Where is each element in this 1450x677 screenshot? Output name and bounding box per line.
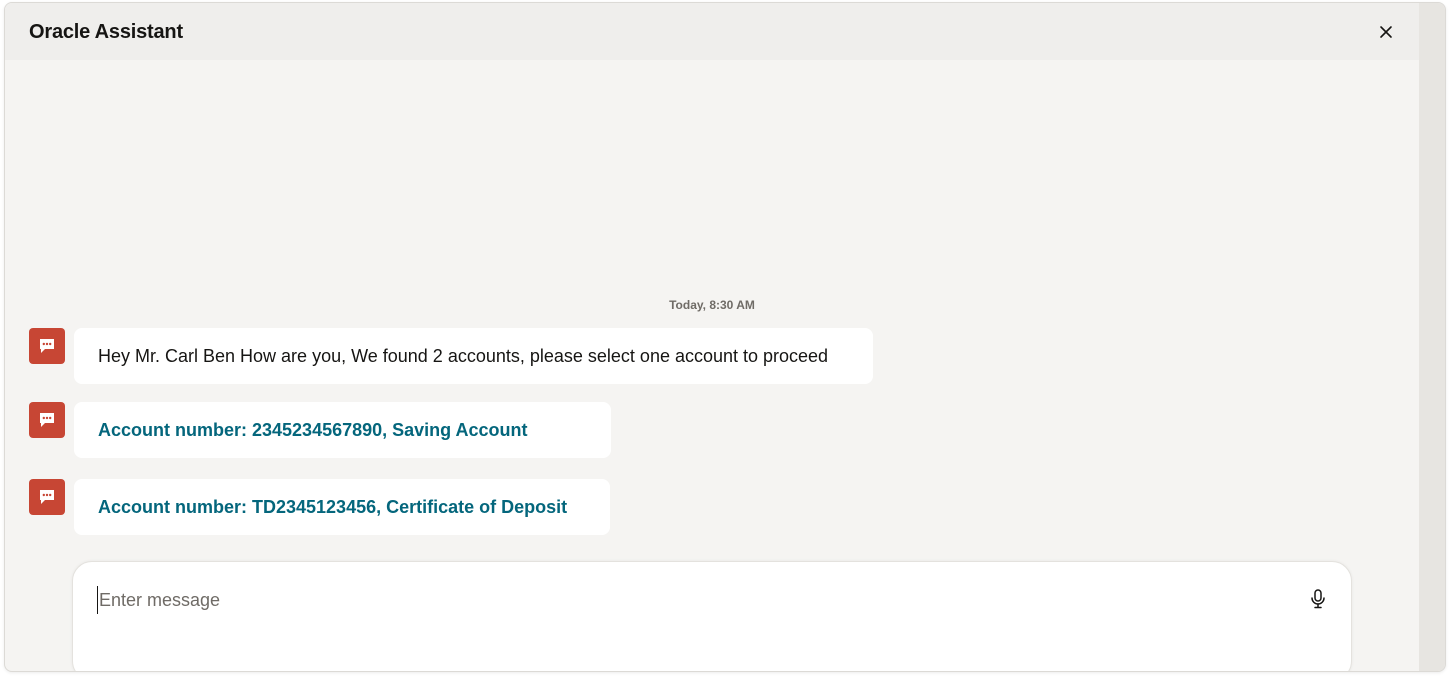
bot-avatar — [29, 479, 65, 515]
chat-bubble-icon — [40, 339, 54, 353]
message-bubble: Hey Mr. Carl Ben How are you, We found 2… — [74, 328, 873, 384]
account-option-saving[interactable]: Account number: 2345234567890, Saving Ac… — [74, 402, 611, 458]
message-input[interactable] — [97, 586, 1277, 614]
chat-bubble-icon — [40, 490, 54, 504]
microphone-button[interactable] — [1307, 586, 1329, 612]
header: Oracle Assistant — [5, 3, 1419, 60]
scrollbar-track[interactable] — [1419, 3, 1445, 671]
chat-bubble-icon — [40, 413, 54, 427]
close-icon — [1380, 26, 1392, 38]
account-option-cd[interactable]: Account number: TD2345123456, Certificat… — [74, 479, 610, 535]
window-title: Oracle Assistant — [29, 21, 183, 43]
close-button[interactable] — [1374, 20, 1398, 44]
microphone-icon — [1311, 589, 1325, 609]
assistant-window: Oracle Assistant Today, 8:30 AM Hey Mr. … — [4, 2, 1446, 672]
conversation-timestamp: Today, 8:30 AM — [669, 298, 755, 312]
bot-avatar — [29, 328, 65, 364]
bot-avatar — [29, 402, 65, 438]
message-composer — [72, 561, 1352, 671]
